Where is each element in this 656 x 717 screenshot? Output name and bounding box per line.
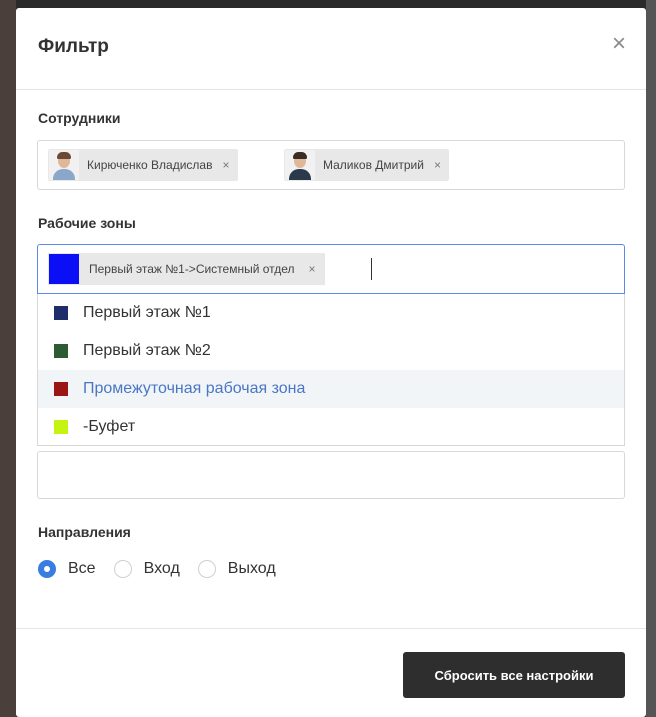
- employee-tag: Кирюченко Владислав ×: [48, 149, 238, 181]
- radio-label: Все: [68, 560, 96, 577]
- blank-select[interactable]: [37, 451, 625, 499]
- zone-color-swatch: [54, 382, 68, 396]
- radio-in[interactable]: Вход: [113, 560, 180, 578]
- dropdown-option-label: -Буфет: [83, 418, 136, 435]
- zone-color-swatch: [54, 420, 68, 434]
- employee-avatar: [49, 150, 79, 180]
- employees-label: Сотрудники: [38, 110, 121, 126]
- text-cursor: [371, 258, 372, 280]
- directions-radio-group: Все Вход Выход: [38, 557, 294, 581]
- dropdown-option[interactable]: Промежуточная рабочая зона: [38, 370, 624, 408]
- employee-tag-label: Маликов Дмитрий: [323, 158, 424, 172]
- radio-checked-icon: [38, 560, 56, 578]
- zone-color-swatch: [49, 254, 79, 284]
- employee-tag: Маликов Дмитрий ×: [284, 149, 449, 181]
- modal-title: Фильтр: [38, 36, 109, 57]
- reset-all-button[interactable]: Сбросить все настройки: [403, 652, 625, 698]
- radio-unchecked-icon: [113, 560, 132, 578]
- zones-select[interactable]: Первый этаж №1->Системный отдел ×: [37, 244, 625, 294]
- dropdown-option-label: Промежуточная рабочая зона: [83, 380, 306, 397]
- employee-avatar: [285, 150, 315, 180]
- dropdown-option[interactable]: Первый этаж №2: [38, 332, 624, 370]
- dropdown-option[interactable]: Первый этаж №1: [38, 294, 624, 332]
- radio-label: Вход: [143, 560, 180, 577]
- radio-label: Выход: [227, 560, 276, 577]
- employees-select[interactable]: Кирюченко Владислав × Маликов Дмитрий ×: [37, 140, 625, 190]
- footer-divider: [16, 628, 646, 629]
- modal-header: Фильтр ×: [16, 8, 646, 90]
- filter-modal: Фильтр × Сотрудники Кирюченко Владислав …: [16, 8, 646, 717]
- page-backdrop-left: [0, 0, 16, 717]
- directions-label: Направления: [38, 524, 131, 540]
- employee-tag-label: Кирюченко Владислав: [87, 158, 213, 172]
- zones-dropdown: Первый этаж №1 Первый этаж №2 Промежуточ…: [37, 294, 625, 446]
- radio-all[interactable]: Все: [38, 560, 96, 578]
- zones-label: Рабочие зоны: [38, 215, 136, 231]
- remove-tag-icon[interactable]: ×: [309, 262, 316, 276]
- remove-tag-icon[interactable]: ×: [222, 158, 229, 172]
- dropdown-option-label: Первый этаж №1: [83, 304, 211, 321]
- radio-out[interactable]: Выход: [197, 560, 276, 578]
- close-icon[interactable]: ×: [612, 32, 626, 56]
- zone-color-swatch: [54, 344, 68, 358]
- dropdown-option[interactable]: -Буфет: [38, 408, 624, 446]
- zone-color-swatch: [54, 306, 68, 320]
- zone-tag-label: Первый этаж №1->Системный отдел: [89, 262, 295, 276]
- zone-tag: Первый этаж №1->Системный отдел ×: [48, 253, 325, 285]
- page-backdrop-right: [646, 0, 656, 717]
- radio-unchecked-icon: [197, 560, 216, 578]
- remove-tag-icon[interactable]: ×: [434, 158, 441, 172]
- dropdown-option-label: Первый этаж №2: [83, 342, 211, 359]
